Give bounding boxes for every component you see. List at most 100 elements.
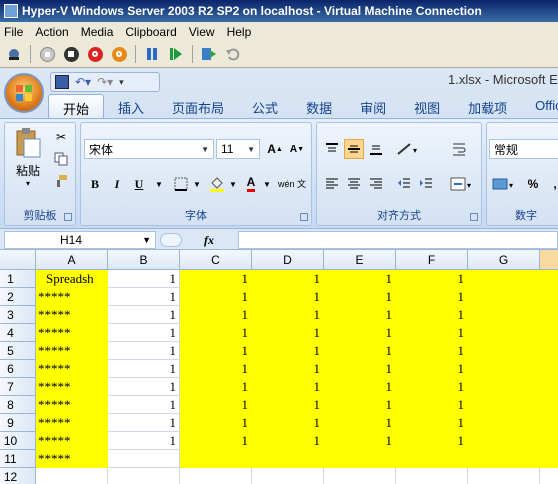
- cell-f1[interactable]: 1: [396, 270, 468, 288]
- row-header-2[interactable]: 2: [0, 288, 36, 306]
- menu-help[interactable]: Help: [227, 25, 252, 39]
- cell-h3[interactable]: [540, 306, 558, 324]
- cell-h2[interactable]: [540, 288, 558, 306]
- cell-f8[interactable]: 1: [396, 396, 468, 414]
- save-icon[interactable]: [55, 75, 69, 89]
- tab-page-layout[interactable]: 页面布局: [158, 94, 238, 118]
- cell-h12[interactable]: [540, 468, 558, 484]
- cell-b5[interactable]: 1: [108, 342, 180, 360]
- cell-g11[interactable]: [468, 450, 540, 468]
- cell-g2[interactable]: [468, 288, 540, 306]
- paste-dropdown-icon[interactable]: ▾: [11, 179, 45, 188]
- alignment-launcher-icon[interactable]: [470, 213, 478, 221]
- fill-color-dropdown-icon[interactable]: ▼: [223, 174, 243, 194]
- cell-b9[interactable]: 1: [108, 414, 180, 432]
- cell-c6[interactable]: 1: [180, 360, 252, 378]
- cell-h1[interactable]: [540, 270, 558, 288]
- column-header-e[interactable]: E: [324, 250, 396, 270]
- phonetic-guide-icon[interactable]: wén 文: [277, 174, 307, 194]
- cell-c9[interactable]: 1: [180, 414, 252, 432]
- clipboard-launcher-icon[interactable]: [64, 213, 72, 221]
- office-button[interactable]: [4, 73, 44, 113]
- cell-a4[interactable]: *****: [36, 324, 108, 342]
- power-icon[interactable]: [109, 44, 129, 64]
- cell-f12[interactable]: [396, 468, 468, 484]
- font-size-combo[interactable]: 11 ▼: [216, 139, 260, 159]
- cell-a12[interactable]: [36, 468, 108, 484]
- cell-b11[interactable]: [108, 450, 180, 468]
- cell-h8[interactable]: [540, 396, 558, 414]
- cell-g7[interactable]: [468, 378, 540, 396]
- cell-f10[interactable]: 1: [396, 432, 468, 450]
- cell-d7[interactable]: 1: [252, 378, 324, 396]
- menu-clipboard[interactable]: Clipboard: [125, 25, 176, 39]
- menu-media[interactable]: Media: [81, 25, 114, 39]
- orientation-icon[interactable]: ▾: [394, 139, 424, 159]
- cell-b6[interactable]: 1: [108, 360, 180, 378]
- accounting-format-icon[interactable]: ▾: [491, 174, 519, 194]
- cell-g6[interactable]: [468, 360, 540, 378]
- formula-input[interactable]: [238, 231, 558, 249]
- row-header-10[interactable]: 10: [0, 432, 36, 450]
- row-header-5[interactable]: 5: [0, 342, 36, 360]
- cell-e5[interactable]: 1: [324, 342, 396, 360]
- worksheet-grid[interactable]: A B C D E F G 1 Spreadsh 1 1 1 1 1 2 ***** 1 1 1 1 1 3 ***** 1 1…: [0, 250, 558, 484]
- format-painter-icon[interactable]: [51, 171, 71, 191]
- cell-e7[interactable]: 1: [324, 378, 396, 396]
- cell-d11[interactable]: [252, 450, 324, 468]
- cell-h10[interactable]: [540, 432, 558, 450]
- row-header-6[interactable]: 6: [0, 360, 36, 378]
- decrease-indent-icon[interactable]: [394, 174, 414, 194]
- pause-icon[interactable]: [142, 44, 162, 64]
- align-top-icon[interactable]: [322, 139, 342, 159]
- cell-e10[interactable]: 1: [324, 432, 396, 450]
- column-header-g[interactable]: G: [468, 250, 540, 270]
- tab-data[interactable]: 数据: [292, 94, 346, 118]
- cell-c10[interactable]: 1: [180, 432, 252, 450]
- font-name-combo[interactable]: 宋体 ▼: [84, 139, 214, 159]
- cell-d3[interactable]: 1: [252, 306, 324, 324]
- cell-d8[interactable]: 1: [252, 396, 324, 414]
- align-center-icon[interactable]: [344, 174, 364, 194]
- cell-c1[interactable]: 1: [180, 270, 252, 288]
- column-header-a[interactable]: A: [36, 250, 108, 270]
- cell-d1[interactable]: 1: [252, 270, 324, 288]
- tab-addins[interactable]: 加载项: [454, 94, 521, 118]
- cell-f5[interactable]: 1: [396, 342, 468, 360]
- column-header-b[interactable]: B: [108, 250, 180, 270]
- snapshot-icon[interactable]: [199, 44, 219, 64]
- cell-c12[interactable]: [180, 468, 252, 484]
- cell-d2[interactable]: 1: [252, 288, 324, 306]
- cell-c7[interactable]: 1: [180, 378, 252, 396]
- menu-view[interactable]: View: [189, 25, 215, 39]
- stop-icon[interactable]: [61, 44, 81, 64]
- turn-off-icon[interactable]: [37, 44, 57, 64]
- cell-e11[interactable]: [324, 450, 396, 468]
- cell-h5[interactable]: [540, 342, 558, 360]
- resume-icon[interactable]: [166, 44, 186, 64]
- align-right-icon[interactable]: [366, 174, 386, 194]
- column-header-f[interactable]: F: [396, 250, 468, 270]
- cell-e4[interactable]: 1: [324, 324, 396, 342]
- cell-f2[interactable]: 1: [396, 288, 468, 306]
- row-header-4[interactable]: 4: [0, 324, 36, 342]
- cell-g3[interactable]: [468, 306, 540, 324]
- revert-icon[interactable]: [223, 44, 243, 64]
- cell-d6[interactable]: 1: [252, 360, 324, 378]
- merge-center-icon[interactable]: ▾: [449, 174, 477, 194]
- bold-button[interactable]: B: [85, 174, 105, 194]
- tab-office[interactable]: Office: [521, 94, 558, 118]
- cell-d10[interactable]: 1: [252, 432, 324, 450]
- copy-icon[interactable]: [51, 149, 71, 169]
- cell-e3[interactable]: 1: [324, 306, 396, 324]
- undo-icon[interactable]: ↶▾: [75, 75, 91, 89]
- cell-e9[interactable]: 1: [324, 414, 396, 432]
- row-header-3[interactable]: 3: [0, 306, 36, 324]
- paste-button[interactable]: 粘贴 ▾: [11, 127, 45, 188]
- cell-b8[interactable]: 1: [108, 396, 180, 414]
- cell-h9[interactable]: [540, 414, 558, 432]
- cell-g1[interactable]: [468, 270, 540, 288]
- wrap-text-icon[interactable]: [449, 139, 469, 159]
- cut-icon[interactable]: ✂: [51, 127, 71, 147]
- align-bottom-icon[interactable]: [366, 139, 386, 159]
